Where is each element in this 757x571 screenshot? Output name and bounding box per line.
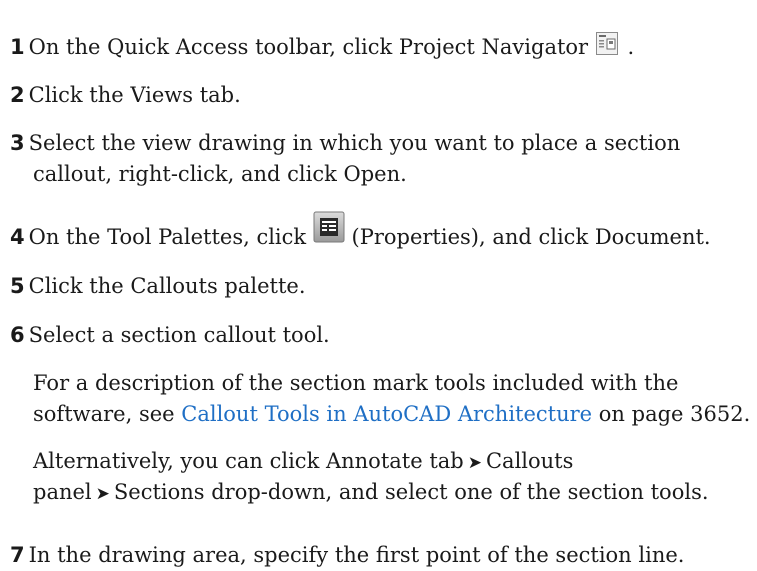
step-text: On the Tool Palettes, click — [28, 225, 307, 249]
note-1-line-1: For a description of the section mark to… — [33, 371, 679, 395]
step-text-end: . — [620, 35, 635, 59]
document-page: 1 On the Quick Access toolbar, click Proj… — [0, 0, 757, 567]
step-number: 1 — [10, 35, 25, 59]
step-6: 6 Select a section callout tool. — [10, 320, 750, 351]
step-3-continuation: callout, right-click, and click Open. — [33, 162, 407, 186]
step-text: Click the Views tab. — [28, 83, 241, 107]
step-text: Select the view drawing in which you wan… — [28, 131, 681, 155]
step-3: 3 Select the view drawing in which you wa… — [10, 128, 750, 159]
arrow-right-icon: ➤ — [467, 453, 482, 473]
step-2: 2 Click the Views tab. — [10, 80, 750, 111]
step-text: In the drawing area, specify the first p… — [28, 543, 685, 567]
step-number: 4 — [10, 225, 25, 249]
project-navigator-icon — [595, 31, 621, 66]
note-2-text-4: Sections drop-down, and select one of th… — [113, 480, 709, 504]
step-text: Click the Callouts palette. — [28, 274, 306, 298]
step-number: 5 — [10, 274, 25, 298]
note-1-page-ref: on page 3652. — [592, 402, 751, 426]
step-number: 6 — [10, 323, 25, 347]
step-4: 4 On the Tool Palettes, click (Properties… — [10, 211, 750, 253]
note-1-line-2: software, see Callout Tools in AutoCAD A… — [33, 399, 751, 430]
properties-icon — [313, 211, 345, 252]
note-2-line-1: Alternatively, you can click Annotate ta… — [33, 446, 748, 479]
step-1: 1 On the Quick Access toolbar, click Proj… — [10, 31, 750, 66]
step-number: 2 — [10, 83, 25, 107]
note-2-line-2: panel ➤ Sections drop-down, and select one… — [33, 477, 748, 510]
step-text-end: (Properties), and click Document. — [344, 225, 711, 249]
note-2-text: Alternatively, you can click Annotate ta… — [33, 449, 464, 473]
step-number: 7 — [10, 543, 25, 567]
step-text: Select a section callout tool. — [28, 323, 330, 347]
step-7: 7 In the drawing area, specify the first … — [10, 540, 750, 571]
step-number: 3 — [10, 131, 25, 155]
note-1-text: software, see — [33, 402, 182, 426]
arrow-right-icon: ➤ — [95, 484, 110, 504]
step-text: On the Quick Access toolbar, click Proje… — [28, 35, 589, 59]
step-5: 5 Click the Callouts palette. — [10, 271, 750, 302]
callout-tools-link[interactable]: Callout Tools in AutoCAD Architecture — [181, 402, 592, 426]
note-2-text-2: Callouts — [485, 449, 574, 473]
note-2-text-3: panel — [33, 480, 92, 504]
